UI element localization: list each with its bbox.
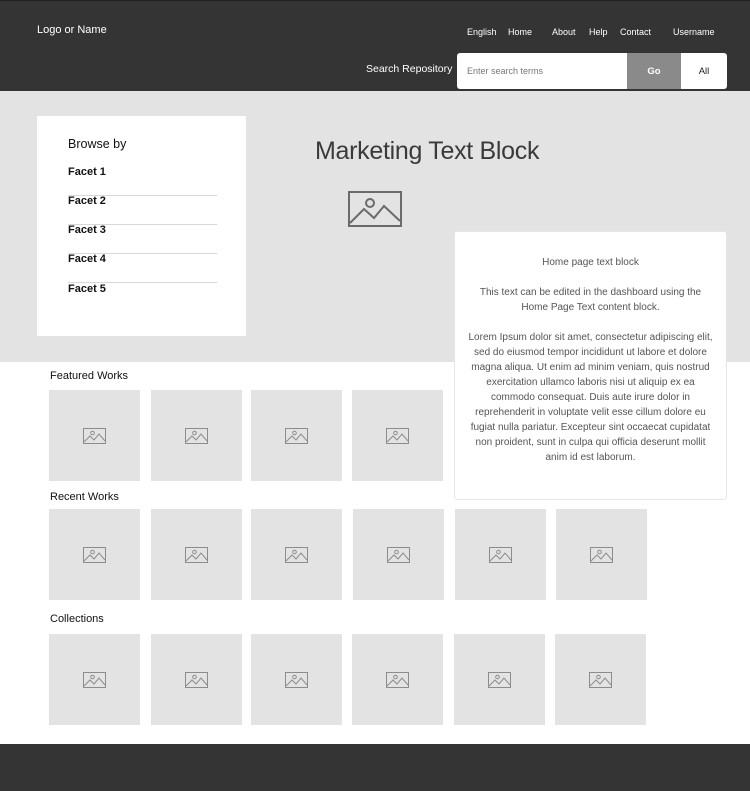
search-go-button[interactable]: Go [627, 53, 681, 89]
collections-thumbnail[interactable] [251, 634, 342, 725]
facet-link[interactable]: Facet 1 [68, 166, 217, 196]
recent-thumbnail[interactable] [353, 509, 444, 600]
search-label: Search Repository [366, 63, 453, 75]
browse-panel: Browse by Facet 1 Facet 2 Facet 3 Facet … [37, 116, 246, 336]
site-logo[interactable]: Logo or Name [37, 24, 107, 36]
image-icon [386, 428, 409, 444]
collections-thumbnail[interactable] [454, 634, 545, 725]
image-icon [83, 672, 106, 688]
image-icon [83, 547, 106, 563]
collections-thumbnail[interactable] [151, 634, 242, 725]
image-icon [489, 547, 512, 563]
recent-thumbnail[interactable] [251, 509, 342, 600]
image-icon [386, 672, 409, 688]
collections-thumbnail[interactable] [49, 634, 140, 725]
search-input[interactable] [457, 53, 628, 89]
site-header: Logo or Name English Home About Help Con… [0, 0, 750, 91]
facet-link[interactable]: Facet 2 [68, 195, 217, 225]
image-icon [185, 428, 208, 444]
featured-thumbnail[interactable] [49, 390, 140, 481]
image-icon [285, 547, 308, 563]
recent-thumbnail[interactable] [151, 509, 242, 600]
image-icon [185, 672, 208, 688]
image-icon [589, 672, 612, 688]
search-scope-button[interactable]: All [681, 53, 727, 89]
facet-link[interactable]: Facet 3 [68, 224, 217, 254]
image-icon [185, 547, 208, 563]
recent-thumbnail[interactable] [556, 509, 647, 600]
collections-thumbnail[interactable] [555, 634, 646, 725]
text-block-paragraph: Lorem Ipsum dolor sit amet, consectetur … [468, 332, 713, 463]
image-icon [285, 428, 308, 444]
recent-thumbnail[interactable] [455, 509, 546, 600]
section-title-featured: Featured Works [50, 370, 129, 382]
facet-link[interactable]: Facet 4 [68, 253, 217, 283]
marketing-title: Marketing Text Block [315, 137, 540, 165]
featured-thumbnail[interactable] [151, 390, 242, 481]
nav-language[interactable]: English [467, 27, 497, 37]
facet-link[interactable]: Facet 5 [68, 283, 217, 313]
nav-username[interactable]: Username [673, 27, 715, 37]
image-icon [488, 672, 511, 688]
collections-thumbnail[interactable] [352, 634, 443, 725]
image-icon [348, 191, 402, 227]
home-text-block: Home page text block This text can be ed… [454, 231, 727, 500]
site-footer [0, 744, 750, 791]
featured-thumbnail[interactable] [352, 390, 443, 481]
browse-title: Browse by [68, 137, 127, 151]
featured-thumbnail[interactable] [251, 390, 342, 481]
image-icon [590, 547, 613, 563]
section-title-collections: Collections [50, 613, 104, 625]
nav-home[interactable]: Home [508, 27, 532, 37]
section-title-recent: Recent Works [50, 491, 119, 503]
text-block-paragraph: This text can be edited in the dashboard… [479, 287, 702, 313]
image-icon [387, 547, 410, 563]
nav-help[interactable]: Help [589, 27, 608, 37]
nav-contact[interactable]: Contact [620, 27, 651, 37]
text-block-title: Home page text block [542, 257, 639, 268]
image-icon [285, 672, 308, 688]
nav-about[interactable]: About [552, 27, 576, 37]
image-icon [83, 428, 106, 444]
recent-thumbnail[interactable] [49, 509, 140, 600]
